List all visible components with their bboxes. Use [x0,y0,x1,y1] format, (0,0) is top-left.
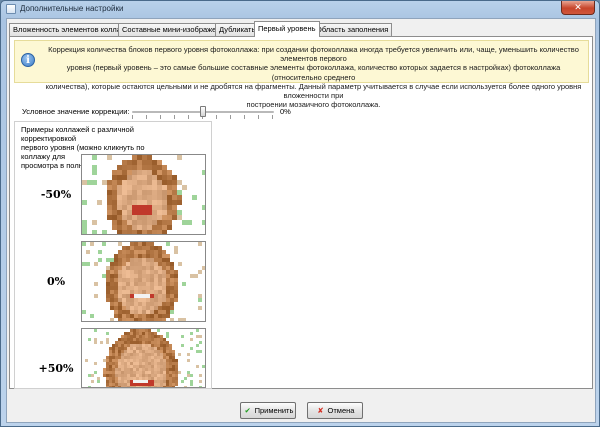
collage-preview-minus-50[interactable] [81,154,206,235]
window-title: Дополнительные настройки [20,4,124,13]
correction-slider-row: Условное значение коррекции: 0% [22,105,322,119]
cancel-button[interactable]: ✘ Отмена [307,402,363,419]
examples-box: Примеры коллажей с различной корректиров… [14,121,212,389]
collage-image [82,329,205,387]
tab-collage-nesting[interactable]: Вложенность элементов коллажа [9,23,135,36]
apply-button[interactable]: ✔ Применить [240,402,296,419]
dialog-body: Вложенность элементов коллажа Составные … [6,18,596,423]
apply-label: Применить [254,406,294,415]
correction-label: Условное значение коррекции: [22,107,130,116]
info-line-2: уровня (первый уровень – это самые больш… [66,63,561,82]
info-line-1: Коррекция количества блоков первого уров… [48,45,579,64]
slider-thumb[interactable] [200,106,206,117]
correction-value: 0% [280,107,291,116]
collage-image [82,242,205,321]
settings-dialog: Дополнительные настройки ✕ Вложенность э… [0,0,600,427]
title-bar: Дополнительные настройки ✕ [1,1,599,17]
info-icon: i [21,53,35,67]
caption-line-1: Примеры коллажей с различной корректиров… [21,125,134,143]
info-text: Коррекция количества блоков первого уров… [41,45,586,109]
collage-preview-plus-50[interactable] [81,328,206,388]
info-box: i Коррекция количества блоков первого ур… [14,40,589,109]
tab-fill-area[interactable]: Область заполнения [312,23,393,36]
first-level-panel: i Коррекция количества блоков первого ур… [9,36,593,389]
tab-first-level[interactable]: Первый уровень [254,21,320,37]
collage-preview-0[interactable] [81,241,206,322]
dialog-buttons: ✔ Применить ✘ Отмена [7,402,597,424]
checkmark-icon: ✔ [244,406,251,415]
collage-image [82,155,205,234]
correction-slider[interactable] [132,105,274,119]
window-icon [6,4,16,14]
cancel-label: Отмена [327,406,355,415]
close-button[interactable]: ✕ [561,1,595,15]
info-line-3: количества), которые остаются цельными и… [45,81,582,101]
cross-icon: ✘ [317,406,324,415]
